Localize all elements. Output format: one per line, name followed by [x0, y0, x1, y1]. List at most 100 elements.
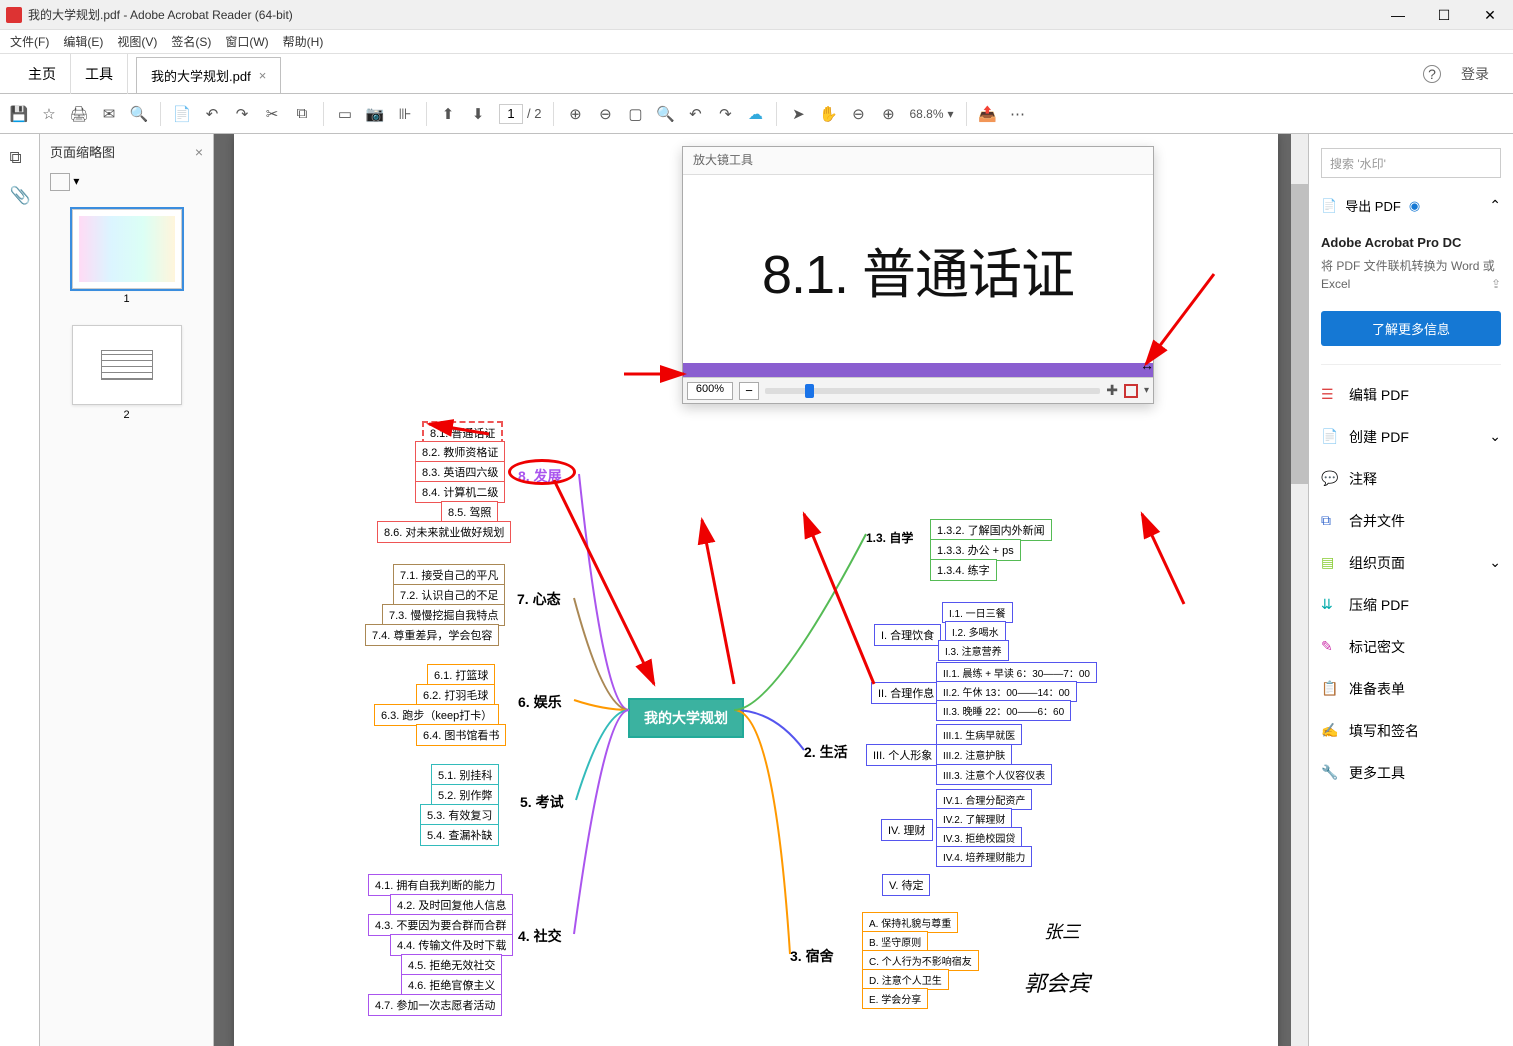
tools-search-input[interactable]: 搜索 '水印': [1321, 148, 1501, 178]
node-8-5: 8.5. 驾照: [441, 501, 498, 523]
magnifier-slider-handle[interactable]: [805, 384, 814, 398]
magnifier-controls: 600% − ✚ ▾: [683, 377, 1153, 403]
node-1-3-3: 1.3.3. 办公 + ps: [930, 539, 1021, 561]
magnifier-zoom-slider[interactable]: [765, 388, 1100, 394]
print-icon[interactable]: 🖨: [70, 105, 88, 123]
radio-on-icon: ◉: [1409, 198, 1420, 214]
undo-icon[interactable]: ↶: [203, 105, 221, 123]
node-7-2: 7.2. 认识自己的不足: [393, 584, 505, 606]
export-pdf-section[interactable]: 📄 导出 PDF ◉ ⌃: [1321, 196, 1501, 215]
select-arrow-icon[interactable]: ➤: [789, 105, 807, 123]
node-2-i: I. 合理饮食: [874, 624, 941, 646]
zoom-plus-icon[interactable]: ⊕: [879, 105, 897, 123]
menu-edit[interactable]: 编辑(E): [63, 33, 103, 50]
nav-home[interactable]: 主页: [14, 54, 71, 94]
node-4-4: 4.4. 传输文件及时下载: [390, 934, 513, 956]
close-button[interactable]: ✕: [1467, 0, 1513, 30]
email-icon[interactable]: ✉: [100, 105, 118, 123]
menu-window[interactable]: 窗口(W): [225, 33, 268, 50]
cut-icon[interactable]: ✂: [263, 105, 281, 123]
thumbnail-page-2[interactable]: [72, 325, 182, 405]
node-8-2: 8.2. 教师资格证: [415, 441, 505, 463]
chevron-down-icon[interactable]: ▾: [948, 107, 954, 121]
tool-compress[interactable]: ⇊压缩 PDF: [1321, 593, 1501, 617]
thumbnails-close-icon[interactable]: ×: [195, 144, 203, 160]
node-4-6: 4.6. 拒绝官僚主义: [401, 974, 502, 996]
magnifier-menu-icon[interactable]: ▾: [1144, 385, 1149, 396]
share-small-icon[interactable]: ⇪: [1491, 275, 1501, 293]
tool-create-pdf[interactable]: 📄创建 PDF⌄: [1321, 425, 1501, 449]
tool-prepare-form[interactable]: 📋准备表单: [1321, 677, 1501, 701]
login-button[interactable]: 登录: [1461, 64, 1489, 84]
tool-comment[interactable]: 💬注释: [1321, 467, 1501, 491]
branch-3-label: 3. 宿舍: [790, 946, 834, 966]
fit-width-icon[interactable]: 🔍: [656, 105, 674, 123]
magnifier-title[interactable]: 放大镜工具: [683, 147, 1153, 175]
tool-edit-pdf[interactable]: ☰编辑 PDF: [1321, 383, 1501, 407]
object-icon[interactable]: ▭: [336, 105, 354, 123]
nav-tools[interactable]: 工具: [71, 54, 128, 94]
node-7-3: 7.3. 慢慢挖掘自我特点: [382, 604, 505, 626]
scrollbar-handle[interactable]: [1291, 184, 1308, 484]
page-current-input[interactable]: [499, 104, 523, 124]
page-down-icon[interactable]: ⬇: [469, 105, 487, 123]
zoom-minus-icon[interactable]: ⊖: [849, 105, 867, 123]
node-2-iv-4: IV.4. 培养理财能力: [936, 846, 1032, 867]
menu-help[interactable]: 帮助(H): [283, 33, 324, 50]
measure-icon[interactable]: ⊪: [396, 105, 414, 123]
titlebar: 我的大学规划.pdf - Adobe Acrobat Reader (64-bi…: [0, 0, 1513, 30]
zoom-out-icon[interactable]: ⊖: [596, 105, 614, 123]
menu-sign[interactable]: 签名(S): [171, 33, 211, 50]
menu-view[interactable]: 视图(V): [117, 33, 157, 50]
minimize-button[interactable]: —: [1375, 0, 1421, 30]
node-5-2: 5.2. 别作弊: [431, 784, 499, 806]
tab-close-icon[interactable]: ×: [259, 68, 267, 83]
redo-icon[interactable]: ↷: [233, 105, 251, 123]
ink-icon[interactable]: ☁: [746, 105, 764, 123]
help-icon[interactable]: ?: [1423, 65, 1441, 83]
sign-icon: ✍: [1321, 722, 1339, 740]
rotate-left-icon[interactable]: ↶: [686, 105, 704, 123]
learn-more-button[interactable]: 了解更多信息: [1321, 311, 1501, 346]
magnifier-tool-window[interactable]: 放大镜工具 8.1. 普通话证 600% − ✚ ▾: [682, 146, 1154, 404]
rotate-right-icon[interactable]: ↷: [716, 105, 734, 123]
vertical-scrollbar[interactable]: [1291, 134, 1308, 1046]
branch-13-label: 1.3. 自学: [866, 529, 913, 546]
magnifier-stop-icon[interactable]: [1124, 384, 1138, 398]
magnifier-zoom-out[interactable]: −: [739, 382, 759, 400]
save-icon[interactable]: 💾: [10, 105, 28, 123]
node-2-ii-1: II.1. 晨练 + 早读 6：30——7：00: [936, 662, 1097, 683]
tab-document-active[interactable]: 我的大学规划.pdf ×: [136, 57, 281, 93]
tool-redact[interactable]: ✎标记密文: [1321, 635, 1501, 659]
node-8-4: 8.4. 计算机二级: [415, 481, 505, 503]
node-2-ii: II. 合理作息: [871, 682, 941, 704]
zoom-level[interactable]: 68.8% ▾: [909, 107, 953, 121]
copy-icon[interactable]: ⧉: [293, 105, 311, 123]
attachments-icon[interactable]: 📎: [10, 186, 30, 206]
search-icon[interactable]: 🔍: [130, 105, 148, 123]
thumbnails-options[interactable]: ▾: [40, 169, 213, 199]
star-icon[interactable]: ☆: [40, 105, 58, 123]
menu-file[interactable]: 文件(F): [10, 33, 49, 50]
tool-organize[interactable]: ▤组织页面⌄: [1321, 551, 1501, 575]
page-up-icon[interactable]: ⬆: [439, 105, 457, 123]
tool-combine[interactable]: ⧉合并文件: [1321, 509, 1501, 533]
magnifier-zoom-value[interactable]: 600%: [687, 382, 733, 400]
thumbnails-icon[interactable]: ⧉: [10, 148, 30, 168]
magnifier-zoom-in-icon[interactable]: ✚: [1106, 382, 1118, 399]
chevron-up-icon[interactable]: ⌃: [1489, 197, 1501, 214]
snapshot-icon[interactable]: 📷: [366, 105, 384, 123]
thumbnail-label-2: 2: [72, 409, 182, 421]
maximize-button[interactable]: ☐: [1421, 0, 1467, 30]
fit-page-icon[interactable]: ▢: [626, 105, 644, 123]
node-6-4: 6.4. 图书馆看书: [416, 724, 506, 746]
tool-more[interactable]: 🔧更多工具: [1321, 761, 1501, 785]
hand-icon[interactable]: ✋: [819, 105, 837, 123]
cursor-icon[interactable]: ⊕: [566, 105, 584, 123]
thumbnail-page-1[interactable]: [72, 209, 182, 289]
share-icon[interactable]: 📤: [979, 105, 997, 123]
page-icon[interactable]: 📄: [173, 105, 191, 123]
ellipsis-icon[interactable]: ⋯: [1009, 105, 1027, 123]
tool-fill-sign[interactable]: ✍填写和签名: [1321, 719, 1501, 743]
node-7-4: 7.4. 尊重差异，学会包容: [365, 624, 499, 646]
